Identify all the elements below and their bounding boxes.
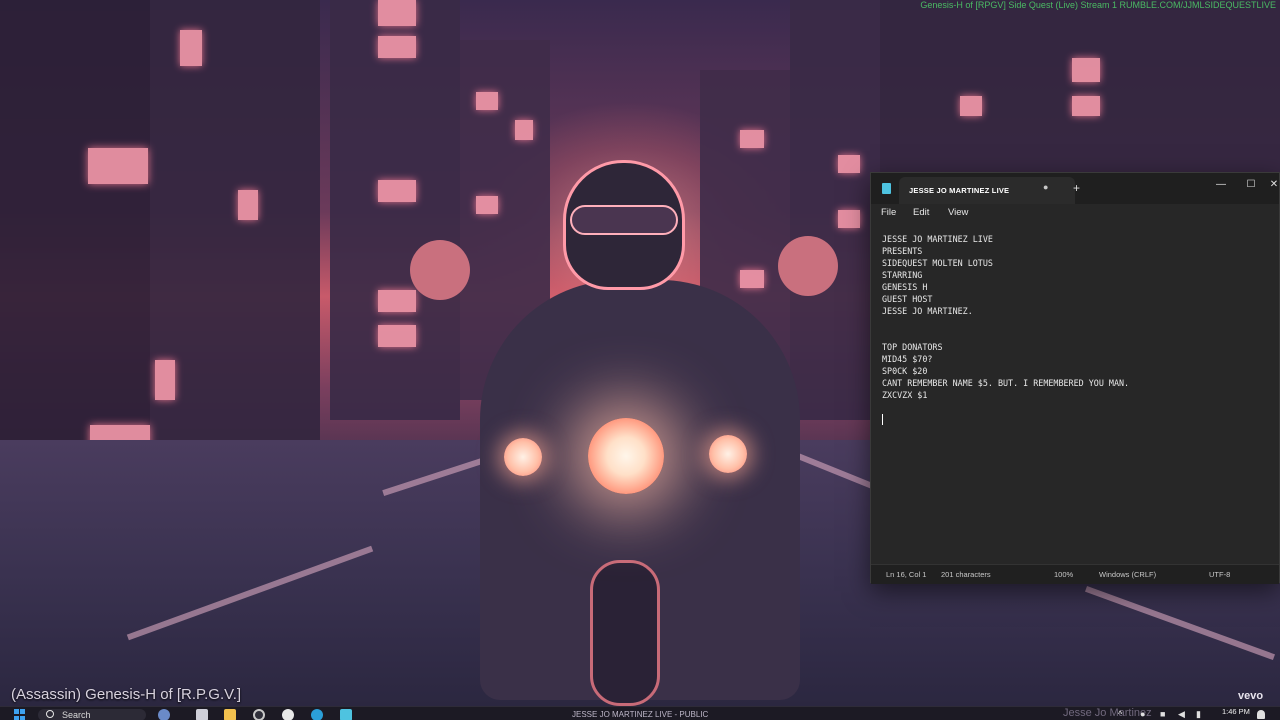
notepad-window: JESSE JO MARTINEZ LIVE ● + — ☐ ✕ File Ed… xyxy=(870,172,1280,584)
editor-line[interactable]: GENESIS H xyxy=(882,281,1129,293)
editor-line[interactable]: SIDEQUEST MOLTEN LOTUS xyxy=(882,257,1129,269)
lit-window xyxy=(238,190,258,220)
building xyxy=(330,0,460,420)
mirror xyxy=(410,240,470,300)
mirror xyxy=(778,236,838,296)
lit-window xyxy=(88,148,148,184)
editor-line[interactable]: STARRING xyxy=(882,269,1129,281)
lit-window xyxy=(960,96,982,116)
microphone-icon[interactable]: ● xyxy=(1140,709,1145,719)
lit-window xyxy=(476,196,498,214)
close-button[interactable]: ✕ xyxy=(1267,176,1280,194)
taskbar: Search JESSE JO MARTINEZ LIVE - PUBLIC J… xyxy=(0,706,1280,720)
vevo-logo: vevo xyxy=(1238,690,1264,702)
start-button[interactable] xyxy=(14,709,26,720)
windows-logo-icon xyxy=(20,709,25,714)
editor-line[interactable]: ZXCVZX $1 xyxy=(882,389,1129,401)
side-light xyxy=(709,435,747,473)
lit-window xyxy=(378,36,416,58)
lit-window xyxy=(155,360,175,400)
editor-line[interactable] xyxy=(882,413,1129,425)
editor-line[interactable]: MID45 $70? xyxy=(882,353,1129,365)
lit-window xyxy=(838,155,860,173)
status-zoom[interactable]: 100% xyxy=(1054,570,1073,579)
lit-window xyxy=(515,120,533,140)
menu-edit[interactable]: Edit xyxy=(913,207,929,218)
editor-line[interactable]: PRESENTS xyxy=(882,245,1129,257)
editor-line[interactable] xyxy=(882,401,1129,413)
taskbar-stream-title: JESSE JO MARTINEZ LIVE - PUBLIC xyxy=(572,710,709,719)
lit-window xyxy=(740,130,764,148)
search-label: Search xyxy=(62,710,91,720)
status-bar: Ln 16, Col 1 201 characters 100% Windows… xyxy=(871,564,1279,584)
lit-window xyxy=(740,270,764,288)
ghost-watermark: Jesse Jo Martinez xyxy=(1063,707,1152,719)
notepad-tab[interactable]: JESSE JO MARTINEZ LIVE ● xyxy=(899,177,1075,204)
building xyxy=(790,0,880,420)
media-player-icon[interactable] xyxy=(282,709,294,720)
clock-time[interactable]: 1:46 PM xyxy=(1222,707,1250,716)
building xyxy=(0,0,150,470)
editor-line[interactable]: CANT REMEMBER NAME $5. BUT. I REMEMBERED… xyxy=(882,377,1129,389)
editor-content[interactable]: JESSE JO MARTINEZ LIVE PRESENTS SIDEQUEST … xyxy=(882,233,1129,425)
task-view-icon[interactable] xyxy=(196,709,208,720)
network-icon[interactable]: ■ xyxy=(1160,709,1165,719)
windows-logo-icon xyxy=(14,715,19,720)
lit-window xyxy=(1072,96,1100,116)
lit-window xyxy=(1072,58,1100,82)
notepad-menubar xyxy=(871,204,1279,228)
unsaved-dot-icon[interactable]: ● xyxy=(1043,182,1048,192)
lit-window xyxy=(476,92,498,110)
text-caret xyxy=(882,414,883,425)
side-light xyxy=(504,438,542,476)
windows-logo-icon xyxy=(20,715,25,720)
lit-window xyxy=(838,210,860,228)
editor-line[interactable]: GUEST HOST xyxy=(882,293,1129,305)
editor-line[interactable]: SP0CK $20 xyxy=(882,365,1129,377)
notepad-icon[interactable] xyxy=(340,709,352,720)
minimize-button[interactable]: — xyxy=(1207,176,1235,194)
lit-window xyxy=(378,290,416,312)
notification-bell-icon[interactable] xyxy=(1257,710,1265,719)
edge-icon[interactable] xyxy=(311,709,323,720)
menu-view[interactable]: View xyxy=(948,207,968,218)
notepad-titlebar[interactable]: JESSE JO MARTINEZ LIVE ● + — ☐ ✕ xyxy=(871,173,1279,204)
taskbar-search-box[interactable]: Search xyxy=(38,709,146,720)
widgets-icon[interactable] xyxy=(158,709,170,720)
building xyxy=(150,0,320,440)
editor-line[interactable]: JESSE JO MARTINEZ. xyxy=(882,305,1129,317)
editor-line[interactable]: JESSE JO MARTINEZ LIVE xyxy=(882,233,1129,245)
streamer-overlay-name: (Assassin) Genesis-H of [R.P.G.V.] xyxy=(11,686,242,703)
tab-title: JESSE JO MARTINEZ LIVE xyxy=(909,186,1010,195)
editor-line[interactable] xyxy=(882,329,1129,341)
lit-window xyxy=(180,30,202,66)
new-tab-button[interactable]: + xyxy=(1073,181,1080,195)
lit-window xyxy=(378,180,416,202)
front-wheel xyxy=(590,560,660,706)
lit-window xyxy=(378,325,416,347)
chrome-icon[interactable] xyxy=(253,709,265,720)
notepad-app-icon xyxy=(882,183,891,194)
volume-icon[interactable]: ◀ xyxy=(1178,709,1185,720)
battery-icon[interactable]: ▮ xyxy=(1196,709,1201,720)
status-characters: 201 characters xyxy=(941,570,991,579)
stream-watermark: Genesis-H of [RPGV] Side Quest (Live) St… xyxy=(920,0,1276,10)
tray-chevron-icon[interactable]: ^ xyxy=(1118,709,1122,719)
editor-line[interactable] xyxy=(882,317,1129,329)
maximize-button[interactable]: ☐ xyxy=(1237,176,1265,194)
status-encoding: UTF-8 xyxy=(1209,570,1231,579)
menu-file[interactable]: File xyxy=(881,207,896,218)
status-line-endings: Windows (CRLF) xyxy=(1099,570,1157,579)
helmet-visor xyxy=(570,205,678,235)
search-icon xyxy=(46,710,54,718)
file-explorer-icon[interactable] xyxy=(224,709,236,720)
editor-line[interactable]: TOP DONATORS xyxy=(882,341,1129,353)
status-position: Ln 16, Col 1 xyxy=(886,570,927,579)
lit-window xyxy=(378,0,416,26)
headlight xyxy=(588,418,664,494)
windows-logo-icon xyxy=(14,709,19,714)
